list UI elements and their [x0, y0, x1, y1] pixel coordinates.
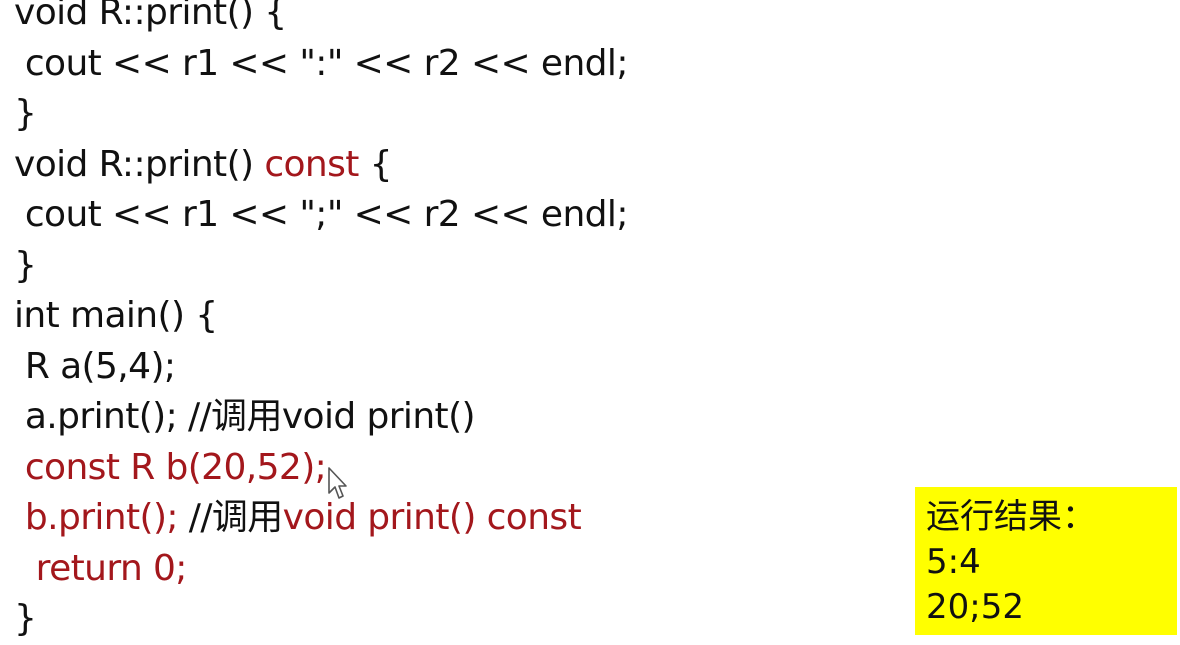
- code-line: return 0;: [14, 544, 628, 595]
- result-title: 运行结果：: [926, 497, 1096, 537]
- code-line: }: [14, 241, 628, 292]
- mouse-pointer-icon: [328, 467, 347, 499]
- code-line: }: [14, 89, 628, 140]
- code-block: void R::print() { cout << r1 << ":" << r…: [14, 0, 628, 645]
- code-token: const: [264, 143, 359, 185]
- code-line: void R::print() {: [14, 0, 628, 39]
- code-token: }: [14, 244, 37, 286]
- code-token: {: [358, 143, 393, 185]
- code-token: void R::print() {: [14, 0, 287, 33]
- code-line: a.print(); //调用void print(): [14, 392, 628, 443]
- code-token: b.print();: [14, 497, 179, 538]
- code-token: return 0;: [14, 547, 188, 589]
- code-token: R a(5,4);: [14, 345, 176, 387]
- code-line: void R::print() const {: [14, 140, 628, 191]
- code-token: int main() {: [14, 295, 218, 336]
- code-line: }: [14, 594, 628, 645]
- code-token: const R b(20,52);: [14, 446, 327, 488]
- slide: void R::print() { cout << r1 << ":" << r…: [0, 0, 1180, 643]
- code-token: }: [14, 598, 37, 639]
- result-line-2: 20;52: [926, 587, 1024, 627]
- code-token: a.print(); //调用void print(): [14, 396, 476, 437]
- result-line-1: 5:4: [926, 542, 981, 582]
- code-line: cout << r1 << ";" << r2 << endl;: [14, 190, 629, 241]
- code-token: void R::print(): [14, 143, 265, 185]
- code-token: void print() const: [282, 497, 582, 538]
- code-token: cout << r1 << ";" << r2 << endl;: [14, 194, 629, 235]
- result-box: 运行结果： 5:4 20;52: [915, 487, 1177, 635]
- code-line: b.print(); //调用void print() const: [14, 493, 628, 544]
- code-token: cout << r1 << ":" << r2 << endl;: [14, 42, 629, 84]
- code-line: int main() {: [14, 291, 628, 342]
- code-token: }: [14, 93, 37, 134]
- code-line: const R b(20,52);: [14, 443, 628, 494]
- code-line: R a(5,4);: [14, 342, 628, 393]
- code-line: cout << r1 << ":" << r2 << endl;: [14, 39, 629, 90]
- code-token: //调用: [177, 497, 283, 538]
